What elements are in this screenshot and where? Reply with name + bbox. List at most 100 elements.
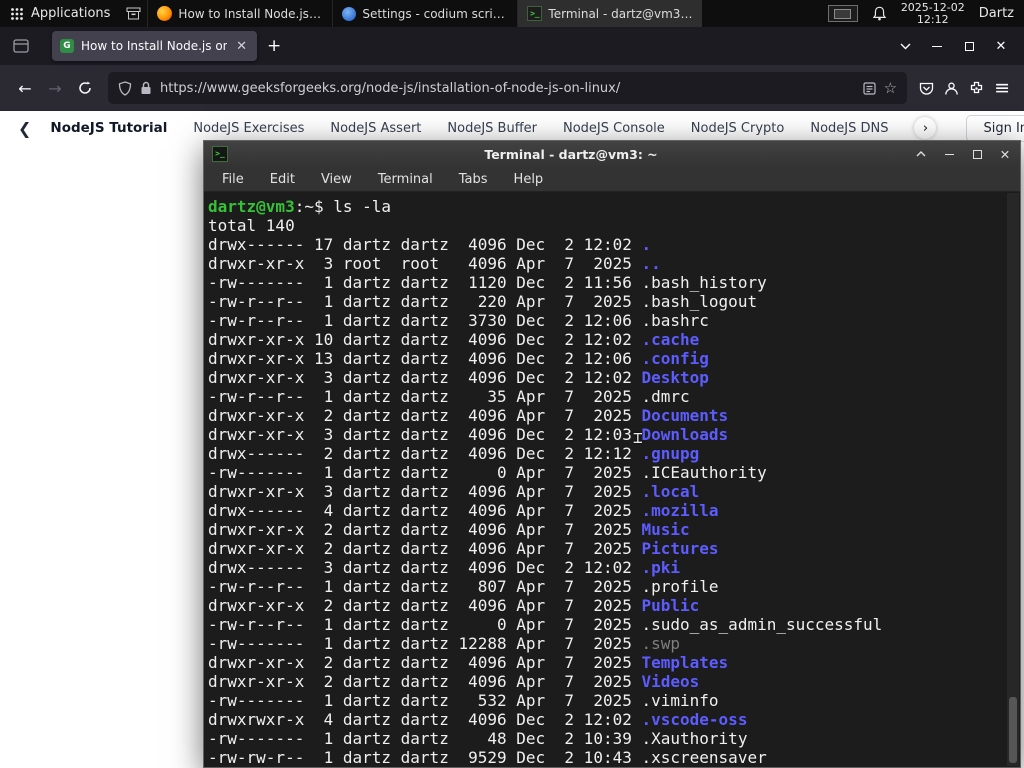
notification-bell-icon[interactable] xyxy=(872,6,887,21)
account-icon[interactable] xyxy=(944,81,959,96)
firefox-view-button[interactable] xyxy=(8,33,34,59)
nav-link-crypto[interactable]: NodeJS Crypto xyxy=(678,121,798,136)
list-tabs-chevron-icon[interactable] xyxy=(890,33,920,59)
file-manager-launcher[interactable] xyxy=(120,0,147,27)
terminal-line: dartz@vm3:~$ ls -la xyxy=(208,197,392,216)
terminal-line: -rw-r--r-- 1 dartz dartz 807 Apr 7 2025 … xyxy=(208,577,719,596)
menu-edit[interactable]: Edit xyxy=(270,172,295,187)
terminal-line: drwxr-xr-x 3 dartz dartz 4096 Dec 2 12:0… xyxy=(208,425,729,444)
applications-menu[interactable]: Applications xyxy=(0,0,120,27)
menu-view[interactable]: View xyxy=(321,172,352,187)
terminal-line: drwxr-xr-x 2 dartz dartz 4096 Apr 7 2025… xyxy=(208,596,700,615)
menu-file[interactable]: File xyxy=(222,172,244,187)
mouse-ibeam-cursor: ⌶ xyxy=(633,428,643,447)
menu-hamburger-icon[interactable]: ≡ xyxy=(994,77,1010,99)
applications-grid-icon xyxy=(11,7,23,20)
nav-scroll-left-icon[interactable]: ❮ xyxy=(12,119,37,138)
terminal-line: drwx------ 4 dartz dartz 4096 Apr 7 2025… xyxy=(208,501,719,520)
terminal-line: -rw------- 1 dartz dartz 48 Dec 2 10:39 … xyxy=(208,729,748,748)
terminal-line: -rw-r--r-- 1 dartz dartz 3730 Dec 2 12:0… xyxy=(208,311,709,330)
nav-link-dns[interactable]: NodeJS DNS xyxy=(797,121,901,136)
applications-label: Applications xyxy=(31,6,111,21)
terminal-line: drwxr-xr-x 2 dartz dartz 4096 Apr 7 2025… xyxy=(208,539,719,558)
terminal-scrollbar[interactable] xyxy=(1007,193,1019,766)
tab-close-icon[interactable]: ✕ xyxy=(234,39,249,54)
firefox-icon xyxy=(157,6,173,21)
terminal-line: drwxrwxr-x 4 dartz dartz 4096 Dec 2 12:0… xyxy=(208,710,748,729)
terminal-line: drwxr-xr-x 3 dartz dartz 4096 Dec 2 12:0… xyxy=(208,368,709,387)
terminal-line: drwx------ 2 dartz dartz 4096 Dec 2 12:1… xyxy=(208,444,700,463)
terminal-window-icon: >_ xyxy=(212,146,228,162)
taskbar-item-label: Terminal - dartz@vm3: ~ xyxy=(548,6,694,21)
bookmark-star-icon[interactable]: ☆ xyxy=(884,79,897,97)
new-tab-button[interactable]: + xyxy=(257,36,291,56)
tracking-shield-icon[interactable] xyxy=(118,80,132,96)
terminal-line: drwxr-xr-x 3 root root 4096 Apr 7 2025 .… xyxy=(208,254,661,273)
pocket-icon[interactable] xyxy=(919,81,934,96)
terminal-close-button[interactable]: ✕ xyxy=(998,147,1012,162)
taskbar-item-settings[interactable]: Settings - codium script... xyxy=(332,0,517,27)
workspace-switcher[interactable] xyxy=(827,5,858,22)
nav-link-buffer[interactable]: NodeJS Buffer xyxy=(434,121,550,136)
url-text[interactable]: https://www.geeksforgeeks.org/node-js/in… xyxy=(160,81,855,96)
nav-link-assert[interactable]: NodeJS Assert xyxy=(317,121,434,136)
terminal-line: drwxr-xr-x 2 dartz dartz 4096 Apr 7 2025… xyxy=(208,672,700,691)
nav-link-tutorial[interactable]: NodeJS Tutorial xyxy=(37,120,180,136)
tab-title: How to Install Node.js on xyxy=(81,39,228,53)
extensions-puzzle-icon[interactable] xyxy=(969,81,984,96)
sign-in-button[interactable]: Sign In xyxy=(966,114,1024,142)
forward-button[interactable]: → xyxy=(40,73,70,103)
terminal-line: -rw-r--r-- 1 dartz dartz 220 Apr 7 2025 … xyxy=(208,292,758,311)
browser-close-button[interactable]: ✕ xyxy=(986,33,1016,59)
reload-button[interactable] xyxy=(70,73,100,103)
menu-terminal[interactable]: Terminal xyxy=(378,172,433,187)
nav-link-next[interactable]: Node xyxy=(901,121,914,136)
terminal-window: >_ Terminal - dartz@vm3: ~ ✕ File Edit V… xyxy=(203,140,1021,768)
url-bar[interactable]: https://www.geeksforgeeks.org/node-js/in… xyxy=(108,72,908,104)
terminal-line: drwxr-xr-x 3 dartz dartz 4096 Apr 7 2025… xyxy=(208,482,700,501)
menu-help[interactable]: Help xyxy=(514,172,544,187)
terminal-line: drwx------ 3 dartz dartz 4096 Dec 2 12:0… xyxy=(208,558,681,577)
terminal-app-icon: >_ xyxy=(527,6,543,21)
terminal-output[interactable]: dartz@vm3:~$ ls -la total 140 drwx------ 1… xyxy=(205,193,1007,766)
terminal-menubar: File Edit View Terminal Tabs Help xyxy=(204,167,1020,192)
taskbar-item-browser[interactable]: How to Install Node.js o... xyxy=(147,0,332,27)
taskbar-item-terminal[interactable]: >_ Terminal - dartz@vm3: ~ xyxy=(517,0,703,27)
terminal-line: -rw-rw-r-- 1 dartz dartz 9529 Dec 2 10:4… xyxy=(208,748,767,766)
terminal-line: drwxr-xr-x 13 dartz dartz 4096 Dec 2 12:… xyxy=(208,349,709,368)
gfg-favicon: G xyxy=(60,39,74,53)
panel-user-label: Dartz xyxy=(978,6,1014,21)
terminal-line: drwxr-xr-x 2 dartz dartz 4096 Apr 7 2025… xyxy=(208,406,729,425)
terminal-shade-button[interactable] xyxy=(914,151,928,157)
nav-link-exercises[interactable]: NodeJS Exercises xyxy=(180,121,317,136)
menu-tabs[interactable]: Tabs xyxy=(459,172,488,187)
desktop: Applications How to Install Node.js o...… xyxy=(0,0,1024,768)
terminal-line: drwx------ 17 dartz dartz 4096 Dec 2 12:… xyxy=(208,235,652,254)
terminal-line: drwxr-xr-x 2 dartz dartz 4096 Apr 7 2025… xyxy=(208,653,729,672)
terminal-line: drwxr-xr-x 10 dartz dartz 4096 Dec 2 12:… xyxy=(208,330,700,349)
browser-minimize-button[interactable] xyxy=(922,33,952,59)
browser-tab[interactable]: G How to Install Node.js on ✕ xyxy=(52,31,257,61)
padlock-icon[interactable] xyxy=(140,81,152,95)
reader-mode-icon[interactable] xyxy=(863,81,876,95)
terminal-maximize-button[interactable] xyxy=(970,149,984,159)
terminal-window-title: Terminal - dartz@vm3: ~ xyxy=(484,146,658,162)
clock-date: 2025-12-02 xyxy=(900,0,965,14)
terminal-line: -rw-r--r-- 1 dartz dartz 0 Apr 7 2025 .s… xyxy=(208,615,883,634)
terminal-line: -rw------- 1 dartz dartz 0 Apr 7 2025 .I… xyxy=(208,463,767,482)
terminal-line: -rw------- 1 dartz dartz 532 Apr 7 2025 … xyxy=(208,691,719,710)
browser-maximize-button[interactable] xyxy=(954,33,984,59)
terminal-line: -rw------- 1 dartz dartz 12288 Apr 7 202… xyxy=(208,634,681,653)
terminal-line: -rw------- 1 dartz dartz 1120 Dec 2 11:5… xyxy=(208,273,767,292)
nav-scroll-right-icon[interactable]: › xyxy=(914,117,937,139)
terminal-minimize-button[interactable] xyxy=(942,153,956,155)
nav-link-console[interactable]: NodeJS Console xyxy=(550,121,678,136)
settings-app-icon xyxy=(342,6,357,21)
panel-clock[interactable]: 2025-12-02 12:12 xyxy=(900,0,965,26)
taskbar-item-label: How to Install Node.js o... xyxy=(178,6,324,21)
back-button[interactable]: ← xyxy=(10,73,40,103)
terminal-scrollbar-thumb[interactable] xyxy=(1009,697,1017,763)
workspace-window-thumbnail xyxy=(833,9,851,19)
file-manager-icon xyxy=(126,7,141,20)
terminal-titlebar[interactable]: >_ Terminal - dartz@vm3: ~ ✕ xyxy=(204,141,1020,167)
